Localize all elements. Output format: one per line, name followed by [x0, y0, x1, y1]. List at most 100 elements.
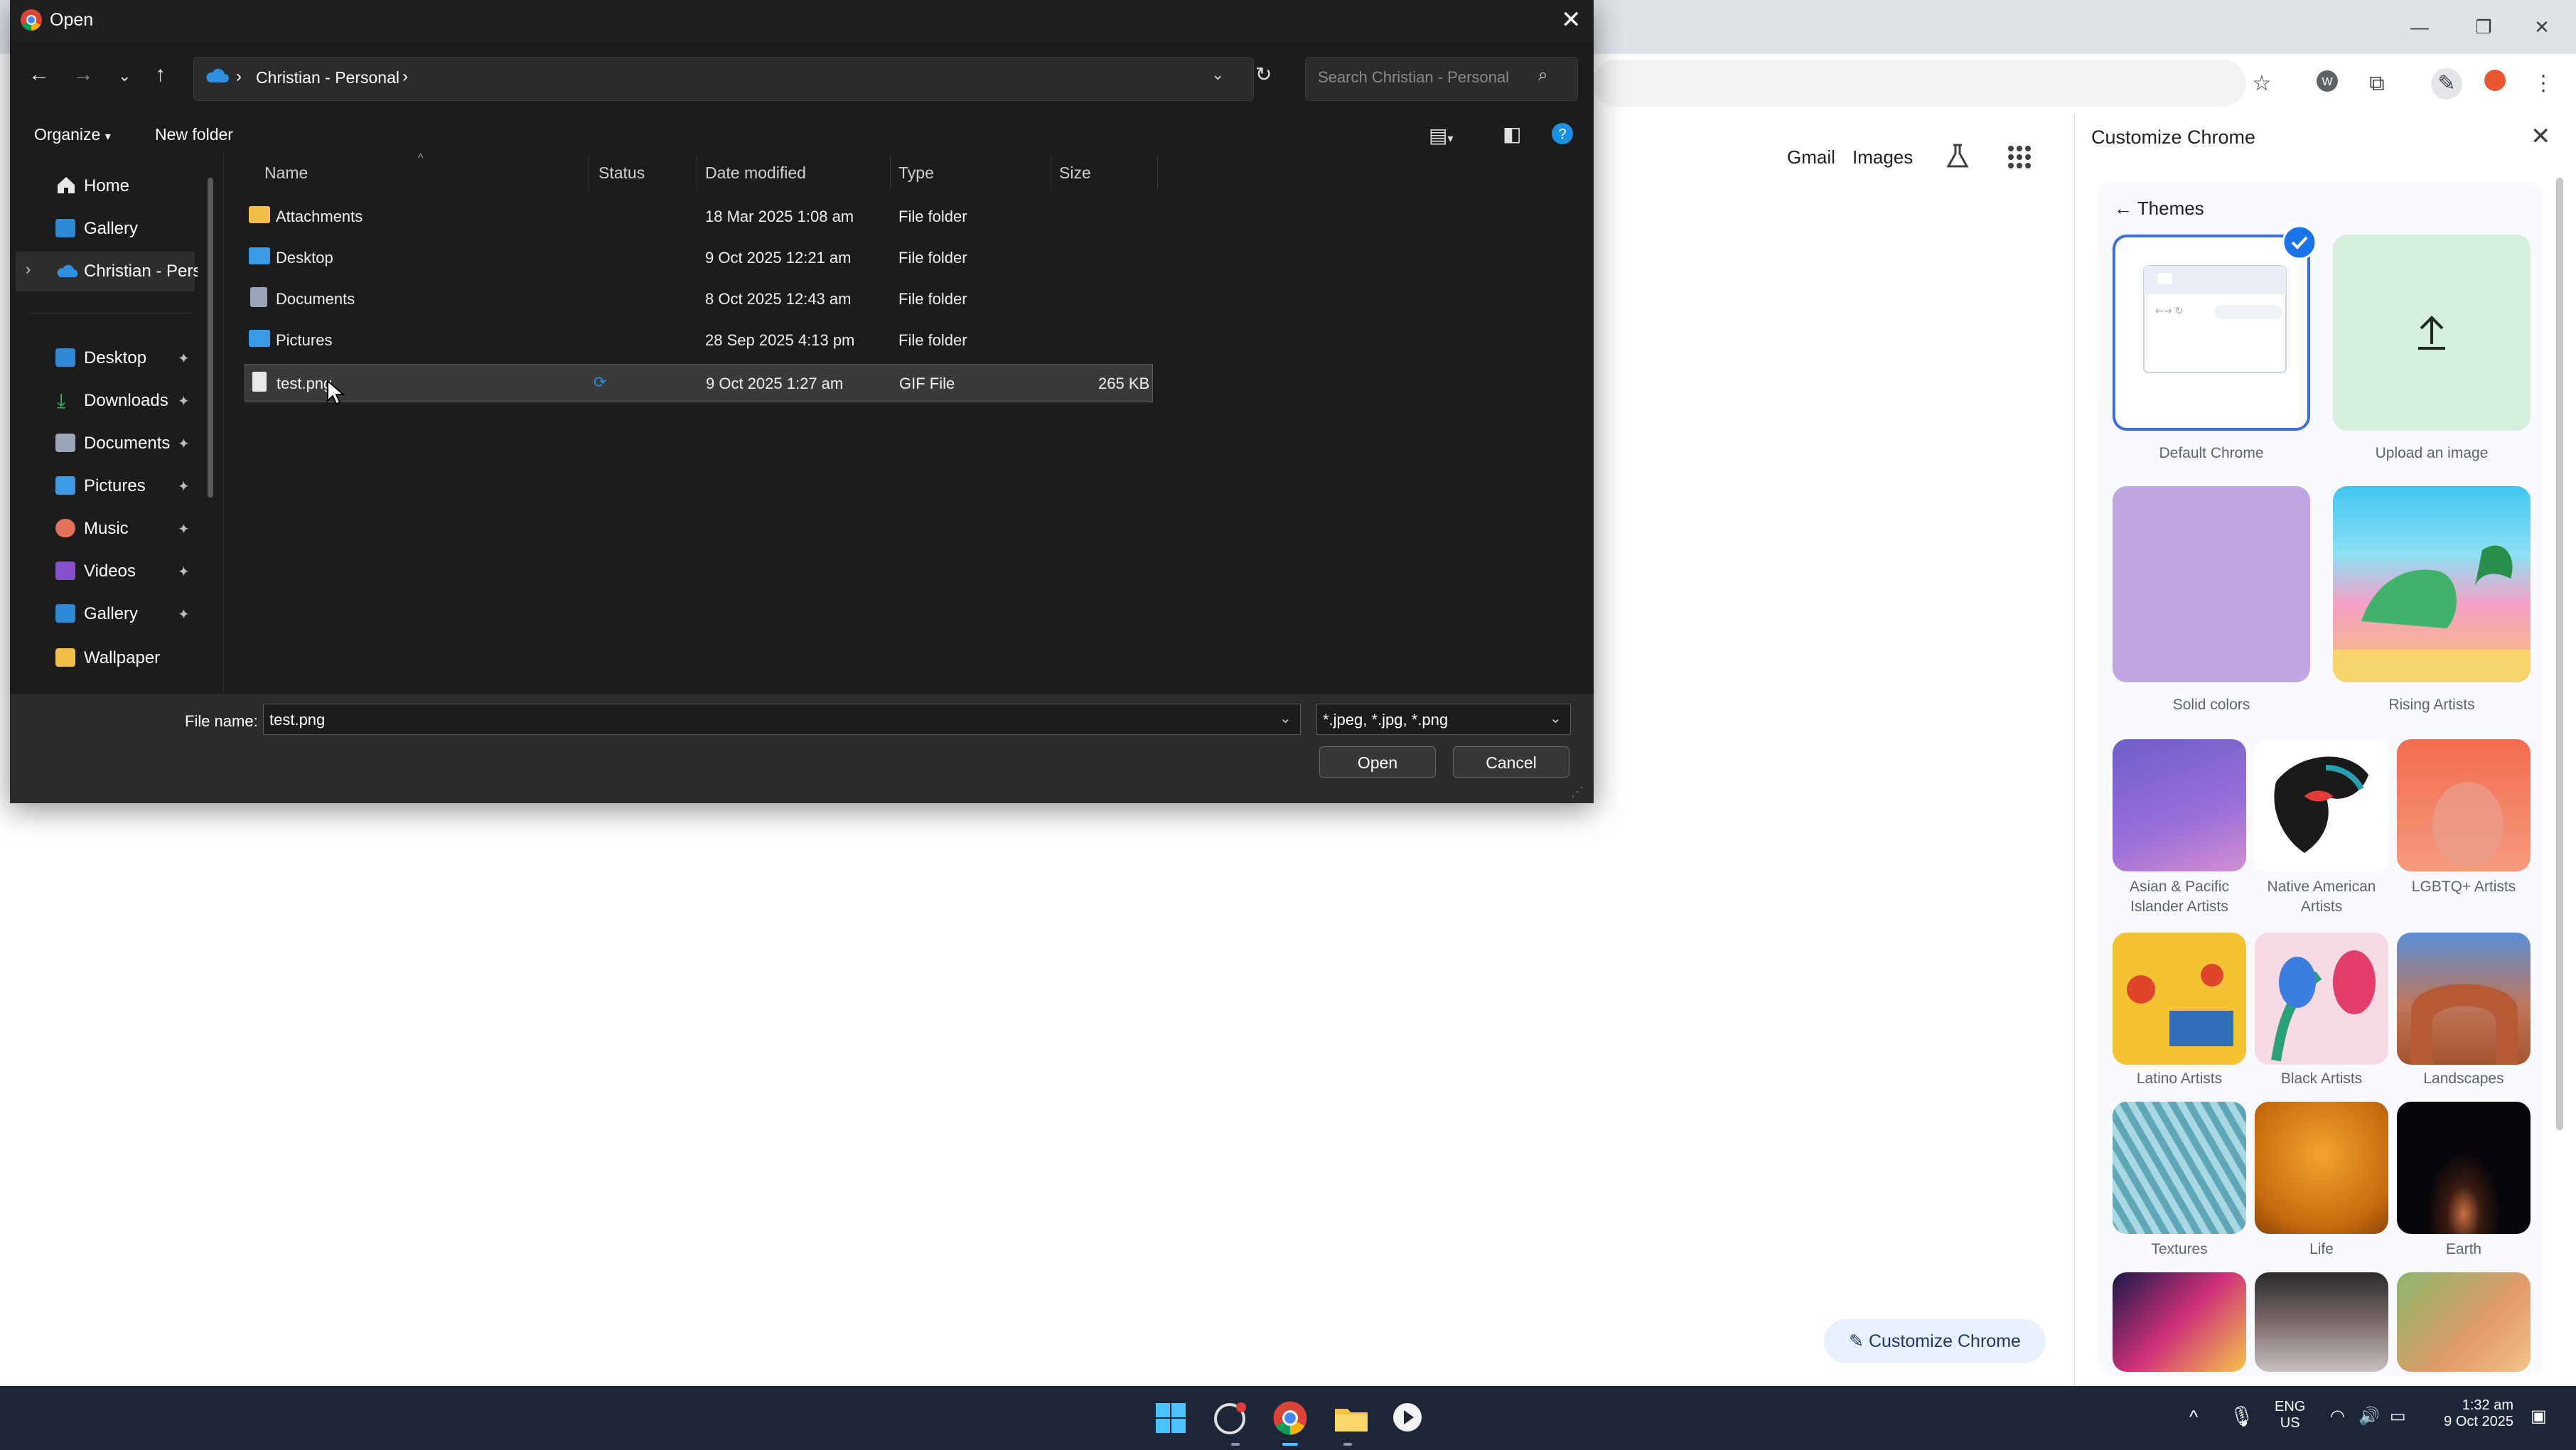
theme-native-american-artists[interactable] [2255, 739, 2388, 871]
back-arrow-icon[interactable]: ← [28, 63, 50, 87]
labs-flask-icon[interactable] [1943, 142, 1972, 174]
extension-w-icon[interactable]: W [2312, 68, 2343, 100]
nav-desktop[interactable]: Desktop [84, 348, 146, 368]
volume-icon[interactable]: 🔊 [2358, 1406, 2380, 1427]
close-panel-icon[interactable]: ✕ [2531, 122, 2551, 151]
file-explorer-icon[interactable] [1333, 1405, 1369, 1436]
theme-label: Asian & Pacific Islander Artists [2129, 879, 2230, 915]
file-row-selected[interactable]: test.png ⟳ 9 Oct 2025 1:27 am GIF File 2… [245, 364, 1153, 402]
help-icon[interactable]: ? [1550, 121, 1575, 150]
breadcrumb-christian-personal[interactable]: Christian - Personal [256, 68, 399, 87]
nav-scrollbar[interactable] [208, 178, 213, 498]
gmail-link[interactable]: Gmail [1787, 146, 1835, 168]
start-windows-icon[interactable] [1154, 1402, 1187, 1438]
file-type-dropdown-icon[interactable]: ⌄ [1550, 709, 1562, 727]
refresh-icon[interactable]: ↻ [1255, 63, 1272, 86]
nav-home[interactable]: Home [84, 176, 129, 196]
language-indicator[interactable]: ENG US [2275, 1399, 2305, 1432]
show-hidden-icons-icon[interactable]: ^ [2189, 1406, 2198, 1428]
extensions-puzzle-icon[interactable]: ⧉ [2361, 68, 2393, 100]
column-header-size[interactable]: Size [1059, 163, 1091, 183]
more-menu-icon[interactable]: ⋮ [2528, 68, 2559, 100]
theme-lgbtq-artists[interactable] [2397, 739, 2531, 871]
theme-api-artists[interactable] [2113, 739, 2246, 871]
theme-label: Upload an image [2375, 445, 2489, 461]
chrome-taskbar-icon[interactable] [1272, 1400, 1308, 1439]
expand-chevron-icon[interactable]: › [26, 260, 31, 279]
column-header-date[interactable]: Date modified [705, 163, 806, 183]
column-separator[interactable] [890, 156, 891, 189]
theme-default-chrome[interactable]: ←→ ↻ [2113, 235, 2310, 431]
nav-documents[interactable]: Documents [84, 434, 170, 453]
theme-textures[interactable] [2113, 1102, 2246, 1234]
theme-tile-partial[interactable] [2255, 1272, 2388, 1372]
apps-grid-icon[interactable] [2006, 144, 2033, 174]
open-button[interactable]: Open [1319, 746, 1436, 778]
file-type-select[interactable]: *.jpeg, *.jpg, *.png [1316, 704, 1571, 735]
column-header-status[interactable]: Status [599, 163, 645, 183]
preview-pane-icon[interactable]: ◧ [1503, 122, 1521, 146]
recent-locations-chevron-icon[interactable]: ⌄ [118, 67, 131, 85]
address-dropdown-icon[interactable]: ⌄ [1211, 65, 1224, 84]
images-link[interactable]: Images [1852, 146, 1913, 168]
resize-grip-icon[interactable]: ⋰ [1571, 785, 1584, 800]
view-options-icon[interactable]: ▤▾ [1429, 124, 1454, 147]
pin-icon: ✦ [178, 436, 190, 452]
file-name: Desktop [276, 249, 333, 267]
theme-life[interactable] [2255, 1102, 2388, 1234]
theme-solid-colors[interactable] [2113, 486, 2310, 682]
app-icon[interactable] [1213, 1400, 1248, 1439]
file-name-dropdown-icon[interactable]: ⌄ [1279, 709, 1292, 727]
organize-menu[interactable]: Organize ▾ [34, 125, 111, 144]
notification-bell-icon[interactable]: ▣ [2531, 1406, 2547, 1427]
nav-christian-personal[interactable]: Christian - Perso [84, 262, 198, 281]
up-arrow-icon[interactable]: ↑ [155, 63, 166, 87]
file-row[interactable]: Attachments 18 Mar 2025 1:08 am File fol… [245, 198, 1153, 236]
nav-wallpaper[interactable]: Wallpaper [84, 648, 160, 668]
home-icon [55, 175, 77, 198]
nav-pictures[interactable]: Pictures [84, 476, 146, 496]
column-separator[interactable] [1157, 156, 1158, 189]
restore-button[interactable]: ❐ [2462, 10, 2505, 44]
theme-tile-partial[interactable] [2113, 1272, 2246, 1372]
panel-scrollbar[interactable] [2556, 178, 2563, 1130]
column-header-name[interactable]: Name [264, 163, 308, 183]
theme-earth[interactable] [2397, 1102, 2531, 1234]
theme-latino-artists[interactable] [2113, 933, 2246, 1065]
nav-downloads[interactable]: Downloads [84, 391, 168, 411]
theme-black-artists[interactable] [2255, 933, 2388, 1065]
column-header-type[interactable]: Type [898, 163, 934, 183]
theme-rising-artists[interactable] [2333, 486, 2531, 682]
file-row[interactable]: Pictures 28 Sep 2025 4:13 pm File folder [245, 321, 1153, 360]
customize-chrome-button[interactable]: ✎ Customize Chrome [1824, 1319, 2046, 1363]
nav-gallery-pinned[interactable]: Gallery [84, 604, 138, 624]
forward-arrow-icon[interactable]: → [73, 63, 94, 87]
clock[interactable]: 1:32 am 9 Oct 2025 [2435, 1397, 2513, 1430]
edit-pen-icon[interactable]: ✎ [2431, 68, 2462, 100]
file-date: 9 Oct 2025 12:21 am [705, 249, 852, 267]
themes-back-button[interactable]: ← Themes [2114, 198, 2204, 220]
file-row[interactable]: Documents 8 Oct 2025 12:43 am File folde… [245, 280, 1153, 318]
theme-tile-partial[interactable] [2397, 1272, 2531, 1372]
file-row[interactable]: Desktop 9 Oct 2025 12:21 am File folder [245, 239, 1153, 277]
file-name-input[interactable]: test.png [263, 704, 1301, 735]
wifi-icon[interactable]: ◠ [2330, 1406, 2345, 1427]
battery-icon[interactable]: ▭ [2390, 1406, 2406, 1427]
themes-heading: Themes [2137, 198, 2204, 219]
address-bar[interactable] [1592, 60, 2246, 107]
profile-icon[interactable] [2479, 68, 2511, 100]
search-icon[interactable]: ⌕ [1538, 65, 1547, 85]
media-player-icon[interactable] [1390, 1400, 1424, 1438]
microphone-icon[interactable]: 🎙 [2229, 1405, 2255, 1428]
theme-landscapes[interactable] [2397, 933, 2531, 1065]
cancel-button[interactable]: Cancel [1453, 746, 1569, 778]
nav-gallery[interactable]: Gallery [84, 219, 138, 239]
dialog-close-icon[interactable]: ✕ [1561, 6, 1582, 34]
theme-upload-image[interactable] [2333, 235, 2531, 431]
close-window-button[interactable]: ✕ [2521, 10, 2563, 44]
minimize-button[interactable]: — [2398, 10, 2441, 44]
nav-music[interactable]: Music [84, 519, 129, 539]
bookmark-star-icon[interactable]: ☆ [2246, 68, 2277, 100]
nav-videos[interactable]: Videos [84, 562, 136, 581]
new-folder-button[interactable]: New folder [155, 125, 233, 144]
